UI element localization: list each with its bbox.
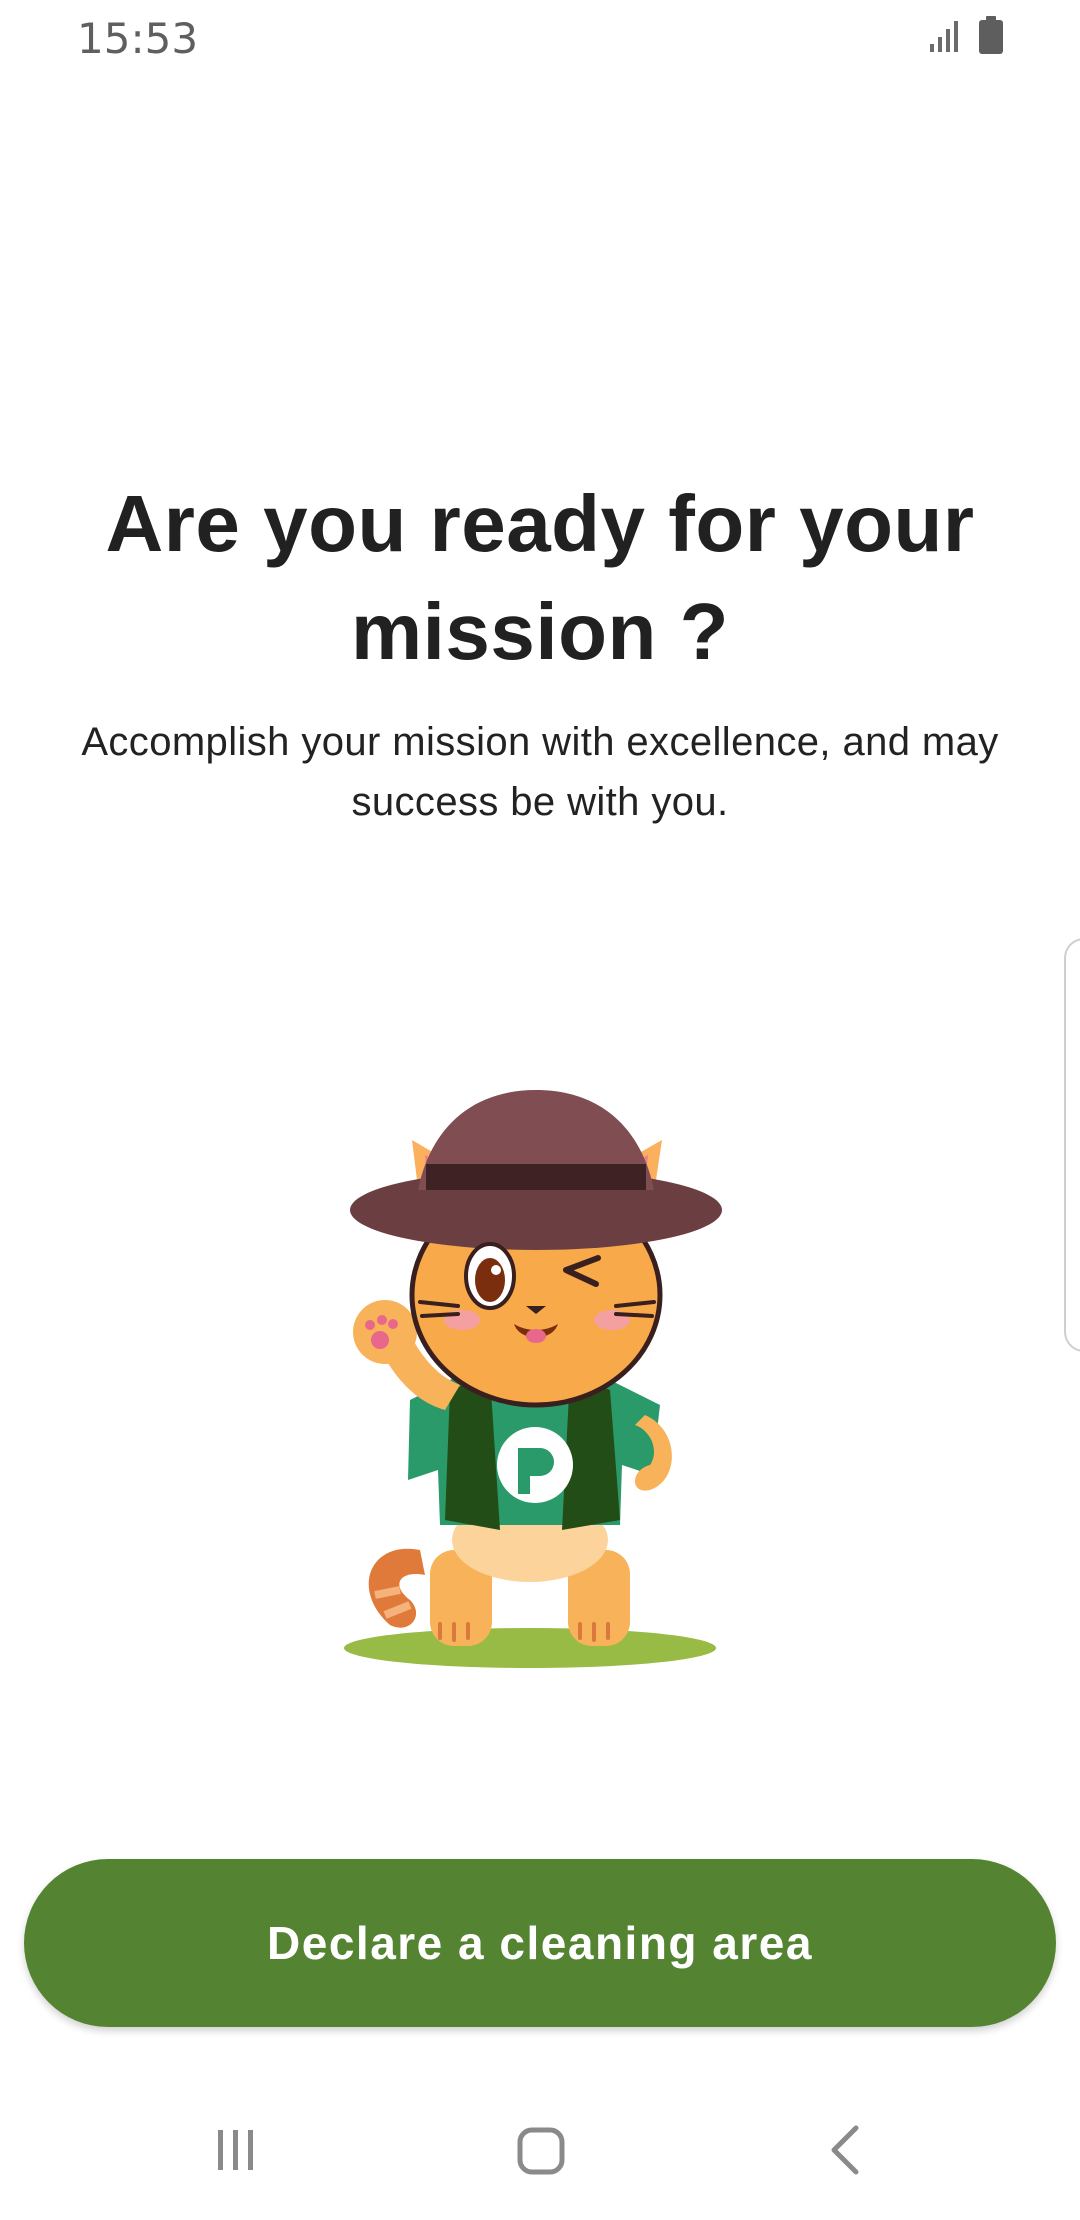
home-icon[interactable] <box>516 2126 566 2176</box>
cat-explorer-mascot <box>344 1090 722 1668</box>
battery-icon <box>979 16 1003 54</box>
back-icon[interactable] <box>826 2124 862 2176</box>
page-subtitle: Accomplish your mission with excellence,… <box>81 720 999 824</box>
edge-panel-handle[interactable] <box>1064 938 1080 1352</box>
signal-icon <box>930 21 958 52</box>
status-time: 15:53 <box>77 14 199 63</box>
recents-icon[interactable] <box>212 2126 260 2174</box>
page-title: Are you ready for your mission ? <box>105 479 975 676</box>
declare-cleaning-area-button[interactable]: Declare a cleaning area <box>24 1859 1056 2027</box>
system-nav-bar <box>0 2090 1080 2220</box>
status-bar: 15:53 <box>0 0 1080 80</box>
